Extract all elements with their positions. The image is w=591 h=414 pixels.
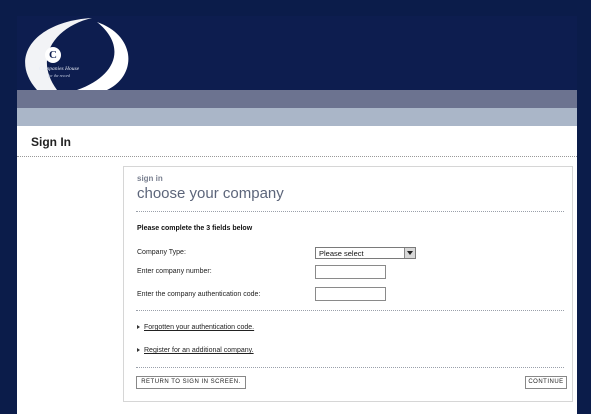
auth-code-label: Enter the company authentication code: — [137, 291, 261, 298]
company-number-input[interactable] — [315, 265, 386, 279]
sign-in-panel: sign in choose your company Please compl… — [123, 166, 573, 402]
company-type-select[interactable]: Please select — [315, 247, 416, 259]
return-to-sign-in-button[interactable]: RETURN TO SIGN IN SCREEN. — [136, 376, 246, 389]
site-header: C Companies House for the record — [17, 16, 577, 90]
dropdown-arrow-icon[interactable] — [404, 248, 415, 258]
register-link-row: Register for an additional company. — [137, 347, 254, 354]
panel-small-title: sign in — [137, 174, 163, 183]
nav-band-dark — [17, 90, 577, 108]
auth-code-input[interactable] — [315, 287, 386, 301]
bullet-arrow-icon — [137, 348, 140, 353]
logo-name[interactable]: Companies House — [23, 66, 95, 72]
page: C Companies House for the record Sign In… — [17, 16, 577, 414]
logo-tagline: for the record — [48, 73, 70, 78]
forgotten-auth-link-row: Forgotten your authentication code. — [137, 324, 254, 331]
header-swoosh — [25, 18, 129, 90]
company-number-label: Enter company number: — [137, 268, 212, 275]
title-bar: Sign In — [17, 126, 577, 157]
forgotten-auth-link[interactable]: Forgotten your authentication code. — [144, 324, 254, 331]
instructions: Please complete the 3 fields below — [137, 225, 253, 232]
nav-band-light — [17, 108, 577, 126]
continue-button[interactable]: CONTINUE — [525, 376, 567, 389]
divider — [136, 211, 564, 212]
register-additional-link[interactable]: Register for an additional company. — [144, 347, 254, 354]
divider — [136, 367, 564, 368]
left-column — [17, 158, 120, 414]
companies-house-crest-icon[interactable]: C — [45, 47, 61, 63]
bullet-arrow-icon — [137, 325, 140, 330]
company-type-label: Company Type: — [137, 249, 186, 256]
page-title: Sign In — [31, 135, 71, 149]
company-type-value: Please select — [319, 249, 364, 258]
panel-heading: choose your company — [137, 185, 284, 202]
divider — [136, 310, 564, 311]
